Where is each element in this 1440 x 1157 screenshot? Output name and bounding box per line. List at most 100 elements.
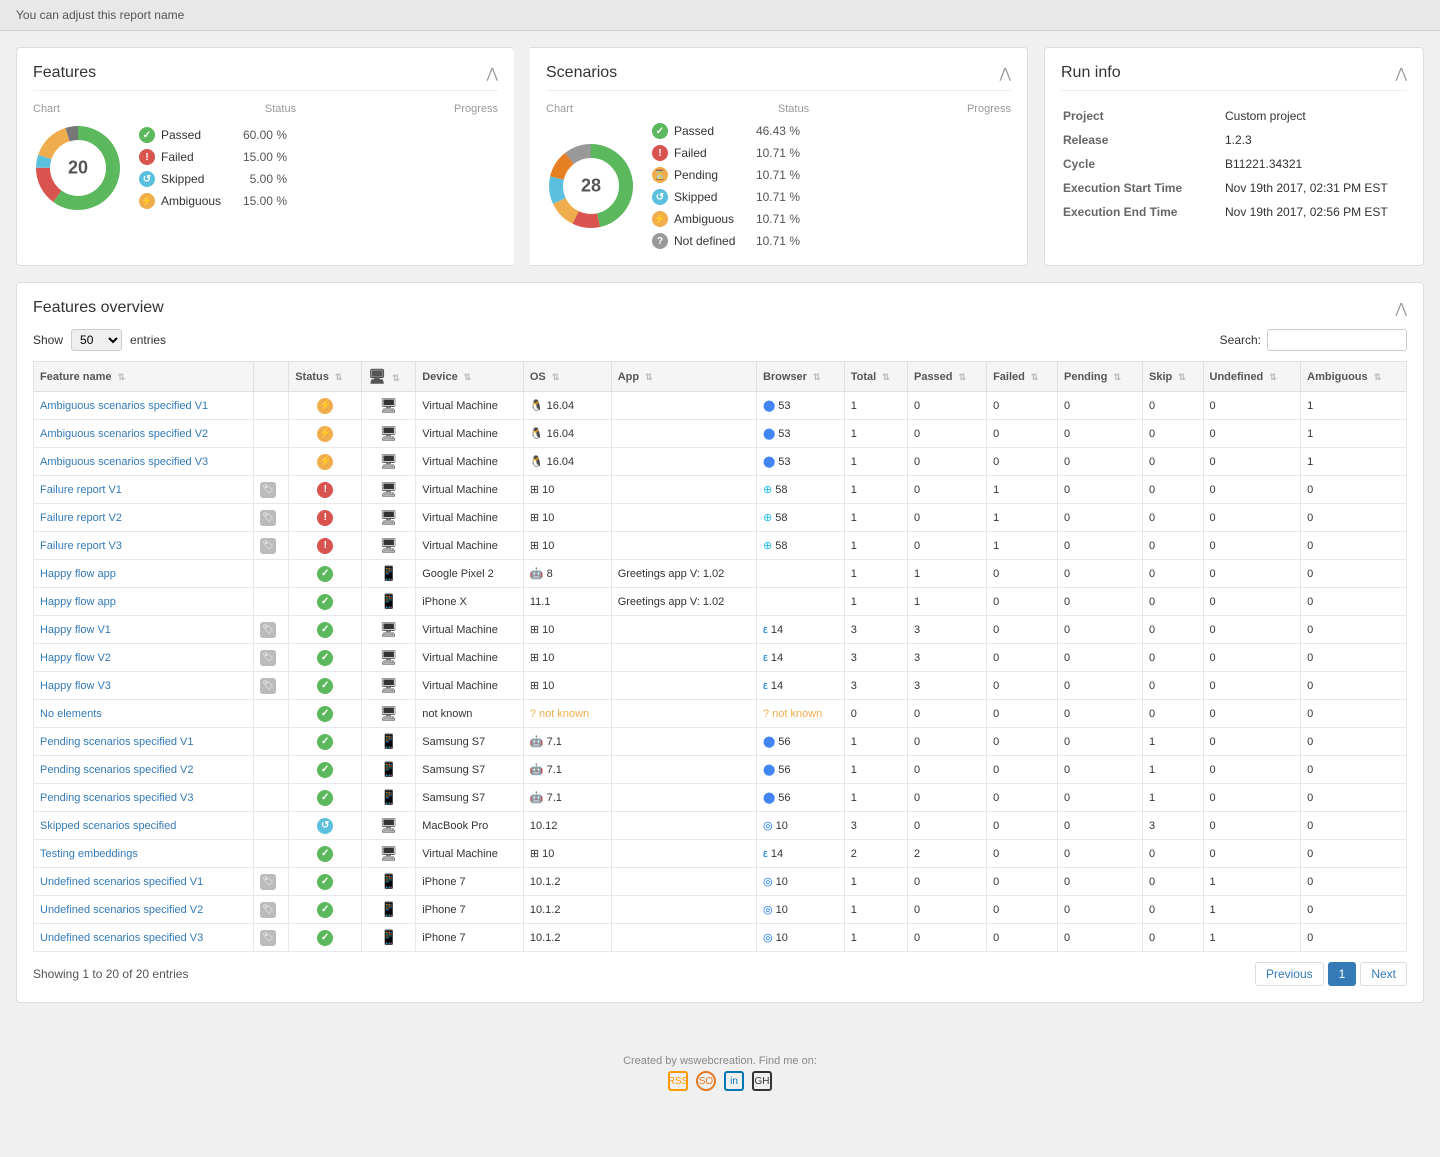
cell-device-type: 📱 (362, 784, 416, 812)
cell-tag (253, 728, 288, 756)
th-device-type: 🖥 ⇅ (362, 362, 416, 392)
linkedin-icon[interactable]: in (724, 1071, 744, 1091)
cell-device-type: 🖥 (362, 840, 416, 868)
cell-pending: 0 (1057, 728, 1142, 756)
run-info-key: Release (1063, 129, 1223, 151)
feature-link[interactable]: Undefined scenarios specified V3 (40, 932, 203, 944)
feature-link[interactable]: Happy flow V1 (40, 624, 111, 636)
feature-link[interactable]: Pending scenarios specified V3 (40, 792, 193, 804)
cell-browser: ⊕ 58 (756, 532, 844, 560)
scenarios-chart-area: 28 ✓ Passed 46.43 % ! Failed 10.71 % ⏳ (546, 123, 1011, 249)
cell-total: 1 (844, 756, 907, 784)
cell-total: 1 (844, 420, 907, 448)
feature-link[interactable]: Testing embeddings (40, 848, 138, 860)
cell-device-type: 🖥 (362, 420, 416, 448)
sc-undefined-label: Not defined (674, 234, 744, 248)
feature-link[interactable]: Ambiguous scenarios specified V1 (40, 400, 208, 412)
feature-link[interactable]: Happy flow V3 (40, 680, 111, 692)
cell-feature-name: Pending scenarios specified V2 (34, 756, 254, 784)
overview-collapse-btn[interactable]: ⋀ (1396, 300, 1407, 317)
overview-header: Features overview ⋀ (33, 299, 1407, 317)
features-legend-failed: ! Failed 15.00 % (139, 149, 287, 165)
mobile-icon: 📱 (380, 789, 397, 805)
rss-icon[interactable]: RSS (668, 1071, 688, 1091)
cell-os: 🤖 7.1 (523, 756, 611, 784)
cell-tag (253, 700, 288, 728)
previous-button[interactable]: Previous (1255, 962, 1324, 986)
cell-app (611, 504, 756, 532)
cell-app: Greetings app V: 1.02 (611, 560, 756, 588)
cell-undefined: 0 (1203, 700, 1301, 728)
cell-status: ! (289, 532, 362, 560)
next-button[interactable]: Next (1360, 962, 1407, 986)
feature-link[interactable]: Ambiguous scenarios specified V2 (40, 428, 208, 440)
run-info-collapse-btn[interactable]: ⋀ (1396, 65, 1407, 82)
feature-link[interactable]: Pending scenarios specified V1 (40, 736, 193, 748)
cell-feature-name: Undefined scenarios specified V2 (34, 896, 254, 924)
cell-device: not known (416, 700, 524, 728)
feature-link[interactable]: Failure report V2 (40, 512, 122, 524)
pagination-buttons: Previous 1 Next (1255, 962, 1407, 986)
th-skip: Skip ⇅ (1142, 362, 1203, 392)
feature-link[interactable]: Happy flow app (40, 568, 116, 580)
table-row: Pending scenarios specified V1 ✓ 📱 Samsu… (34, 728, 1407, 756)
cell-undefined: 0 (1203, 616, 1301, 644)
search-input[interactable] (1267, 329, 1407, 351)
page-1-button[interactable]: 1 (1328, 962, 1357, 986)
status-passed-icon: ✓ (317, 706, 333, 722)
cell-pending: 0 (1057, 644, 1142, 672)
stackoverflow-icon[interactable]: SO (696, 1071, 716, 1091)
cell-failed: 0 (987, 616, 1058, 644)
desktop-icon: 🖥 (380, 397, 398, 413)
feature-link[interactable]: No elements (40, 708, 102, 720)
th-browser: Browser ⇅ (756, 362, 844, 392)
android-icon: 🤖 (530, 764, 544, 776)
cell-device: Virtual Machine (416, 476, 524, 504)
feature-link[interactable]: Undefined scenarios specified V2 (40, 904, 203, 916)
cell-failed: 0 (987, 420, 1058, 448)
cell-tag: 🏷 (253, 532, 288, 560)
cell-device: Virtual Machine (416, 420, 524, 448)
scenarios-collapse-btn[interactable]: ⋀ (1000, 65, 1011, 82)
feature-link[interactable]: Skipped scenarios specified (40, 820, 176, 832)
feature-link[interactable]: Undefined scenarios specified V1 (40, 876, 203, 888)
features-col-chart: Chart (33, 103, 123, 115)
pagination: Showing 1 to 20 of 20 entries Previous 1… (33, 962, 1407, 986)
run-info-value: Nov 19th 2017, 02:31 PM EST (1225, 177, 1405, 199)
feature-link[interactable]: Ambiguous scenarios specified V3 (40, 456, 208, 468)
feature-link[interactable]: Failure report V3 (40, 540, 122, 552)
run-info-value: 1.2.3 (1225, 129, 1405, 151)
cell-skip: 1 (1142, 756, 1203, 784)
cell-app: Greetings app V: 1.02 (611, 588, 756, 616)
cell-status: ✓ (289, 700, 362, 728)
feature-link[interactable]: Pending scenarios specified V2 (40, 764, 193, 776)
tag-icon: 🏷 (260, 650, 276, 666)
show-select[interactable]: 102550100 (71, 329, 122, 351)
feature-link[interactable]: Happy flow app (40, 596, 116, 608)
cell-skip: 0 (1142, 616, 1203, 644)
features-collapse-btn[interactable]: ⋀ (487, 65, 498, 82)
cell-skip: 0 (1142, 840, 1203, 868)
sc-passed-value: 46.43 % (750, 124, 800, 138)
cell-total: 3 (844, 672, 907, 700)
tag-icon: 🏷 (260, 678, 276, 694)
cell-device: Samsung S7 (416, 728, 524, 756)
cell-undefined: 0 (1203, 420, 1301, 448)
desktop-icon: 🖥 (380, 509, 398, 525)
cell-app (611, 448, 756, 476)
github-icon[interactable]: GH (752, 1071, 772, 1091)
table-controls: Show 102550100 entries Search: (33, 329, 1407, 351)
data-table: Feature name ⇅ Status ⇅ 🖥 ⇅ Device ⇅ OS … (33, 361, 1407, 952)
cell-pending: 0 (1057, 448, 1142, 476)
cell-os: 🐧 16.04 (523, 448, 611, 476)
cell-passed: 1 (907, 588, 986, 616)
features-legend-passed: ✓ Passed 60.00 % (139, 127, 287, 143)
cell-browser: ε 14 (756, 644, 844, 672)
cell-device-type: 🖥 (362, 700, 416, 728)
feature-link[interactable]: Happy flow V2 (40, 652, 111, 664)
table-row: Undefined scenarios specified V2 🏷 ✓ 📱 i… (34, 896, 1407, 924)
scenarios-legend-ambiguous: ⚡ Ambiguous 10.71 % (652, 211, 800, 227)
cell-ambiguous: 0 (1301, 700, 1407, 728)
sc-pending-label: Pending (674, 168, 744, 182)
feature-link[interactable]: Failure report V1 (40, 484, 122, 496)
